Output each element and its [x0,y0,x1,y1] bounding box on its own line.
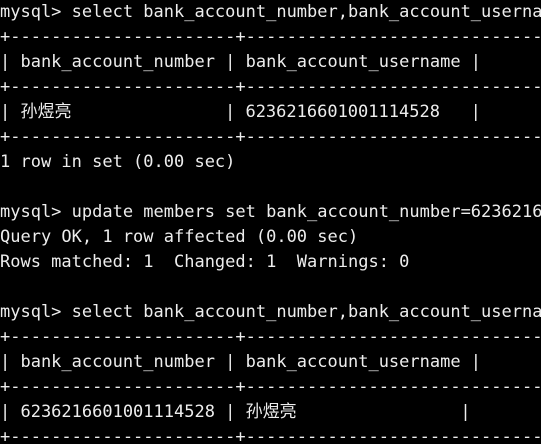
result-summary: 1 row in set (0.00 sec) [0,152,236,172]
table-border-bottom: +----------------------+----------------… [0,427,541,444]
terminal-line-prompt-select-1: mysql> select bank_account_number,bank_a… [0,2,541,22]
table-border-top: +----------------------+----------------… [0,27,541,47]
table-header-row: | bank_account_number | bank_account_use… [0,352,482,372]
terminal-line-prompt-update: mysql> update members set bank_account_n… [0,202,541,222]
table-data-row: | 6236216601001114528 | 孙煜亮 | [0,402,471,422]
table-border-top: +----------------------+----------------… [0,327,541,347]
table-data-row: | 孙煜亮 | 6236216601001114528 | [0,102,481,122]
table-border-mid: +----------------------+----------------… [0,377,541,397]
table-header-row: | bank_account_number | bank_account_use… [0,52,482,72]
query-ok-line: Query OK, 1 row affected (0.00 sec) [0,227,359,247]
rows-matched-line: Rows matched: 1 Changed: 1 Warnings: 0 [0,252,410,272]
terminal-window[interactable]: mysql> select bank_account_number,bank_a… [0,0,541,444]
table-border-mid: +----------------------+----------------… [0,77,541,97]
table-border-bottom: +----------------------+----------------… [0,127,541,147]
terminal-line-prompt-select-2: mysql> select bank_account_number,bank_a… [0,302,541,322]
